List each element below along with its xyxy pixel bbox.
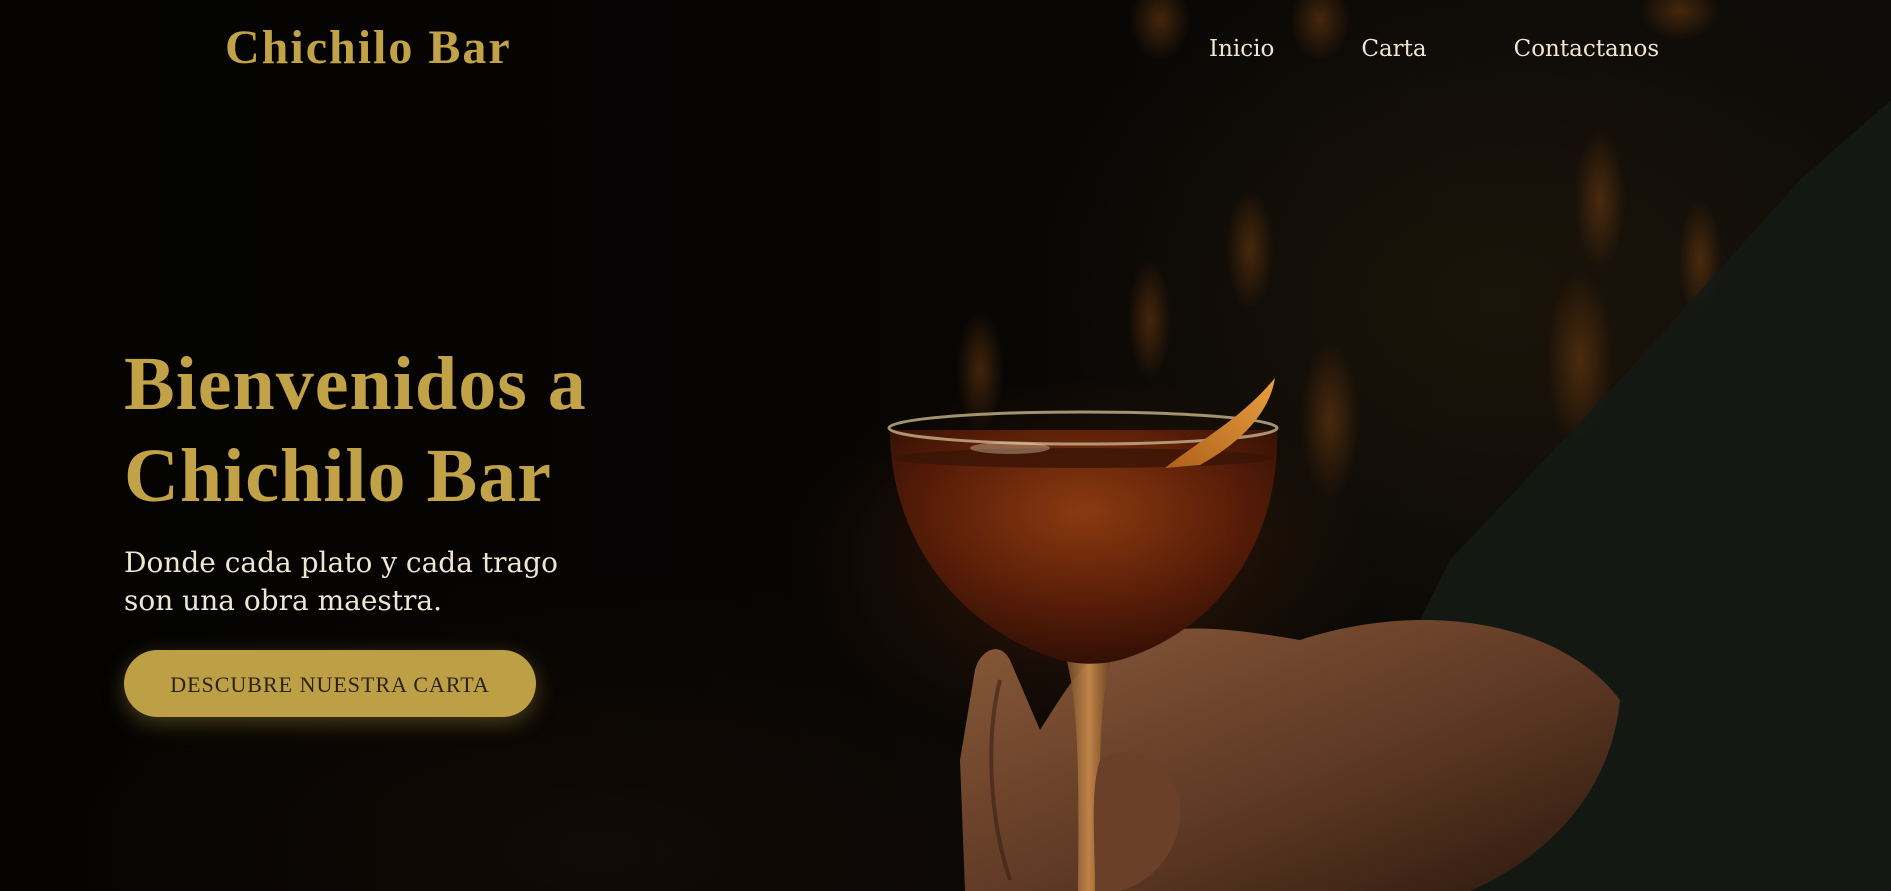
main-nav: Inicio Carta Contactanos	[1209, 36, 1659, 62]
hero-title-line-1: Bienvenidos a	[124, 342, 587, 426]
hero-title: Bienvenidos a Chichilo Bar	[124, 338, 744, 522]
site-header: Chichilo Bar Inicio Carta Contactanos	[0, 0, 1891, 100]
nav-link-carta[interactable]: Carta	[1361, 36, 1426, 62]
discover-menu-button[interactable]: DESCUBRE NUESTRA CARTA	[124, 650, 536, 717]
hero-title-line-2: Chichilo Bar	[124, 434, 552, 518]
hero-copy: Bienvenidos a Chichilo Bar Donde cada pl…	[124, 338, 744, 717]
hero-subtitle: Donde cada plato y cada trago son una ob…	[124, 544, 594, 620]
hero-subtitle-line-2: son una obra maestra.	[124, 584, 442, 617]
hand	[960, 620, 1620, 891]
hero-subtitle-line-1: Donde cada plato y cada trago	[124, 546, 558, 579]
brand-logo-text[interactable]: Chichilo Bar	[225, 20, 512, 75]
nav-link-inicio[interactable]: Inicio	[1209, 36, 1274, 62]
nav-link-contactanos[interactable]: Contactanos	[1514, 36, 1660, 62]
